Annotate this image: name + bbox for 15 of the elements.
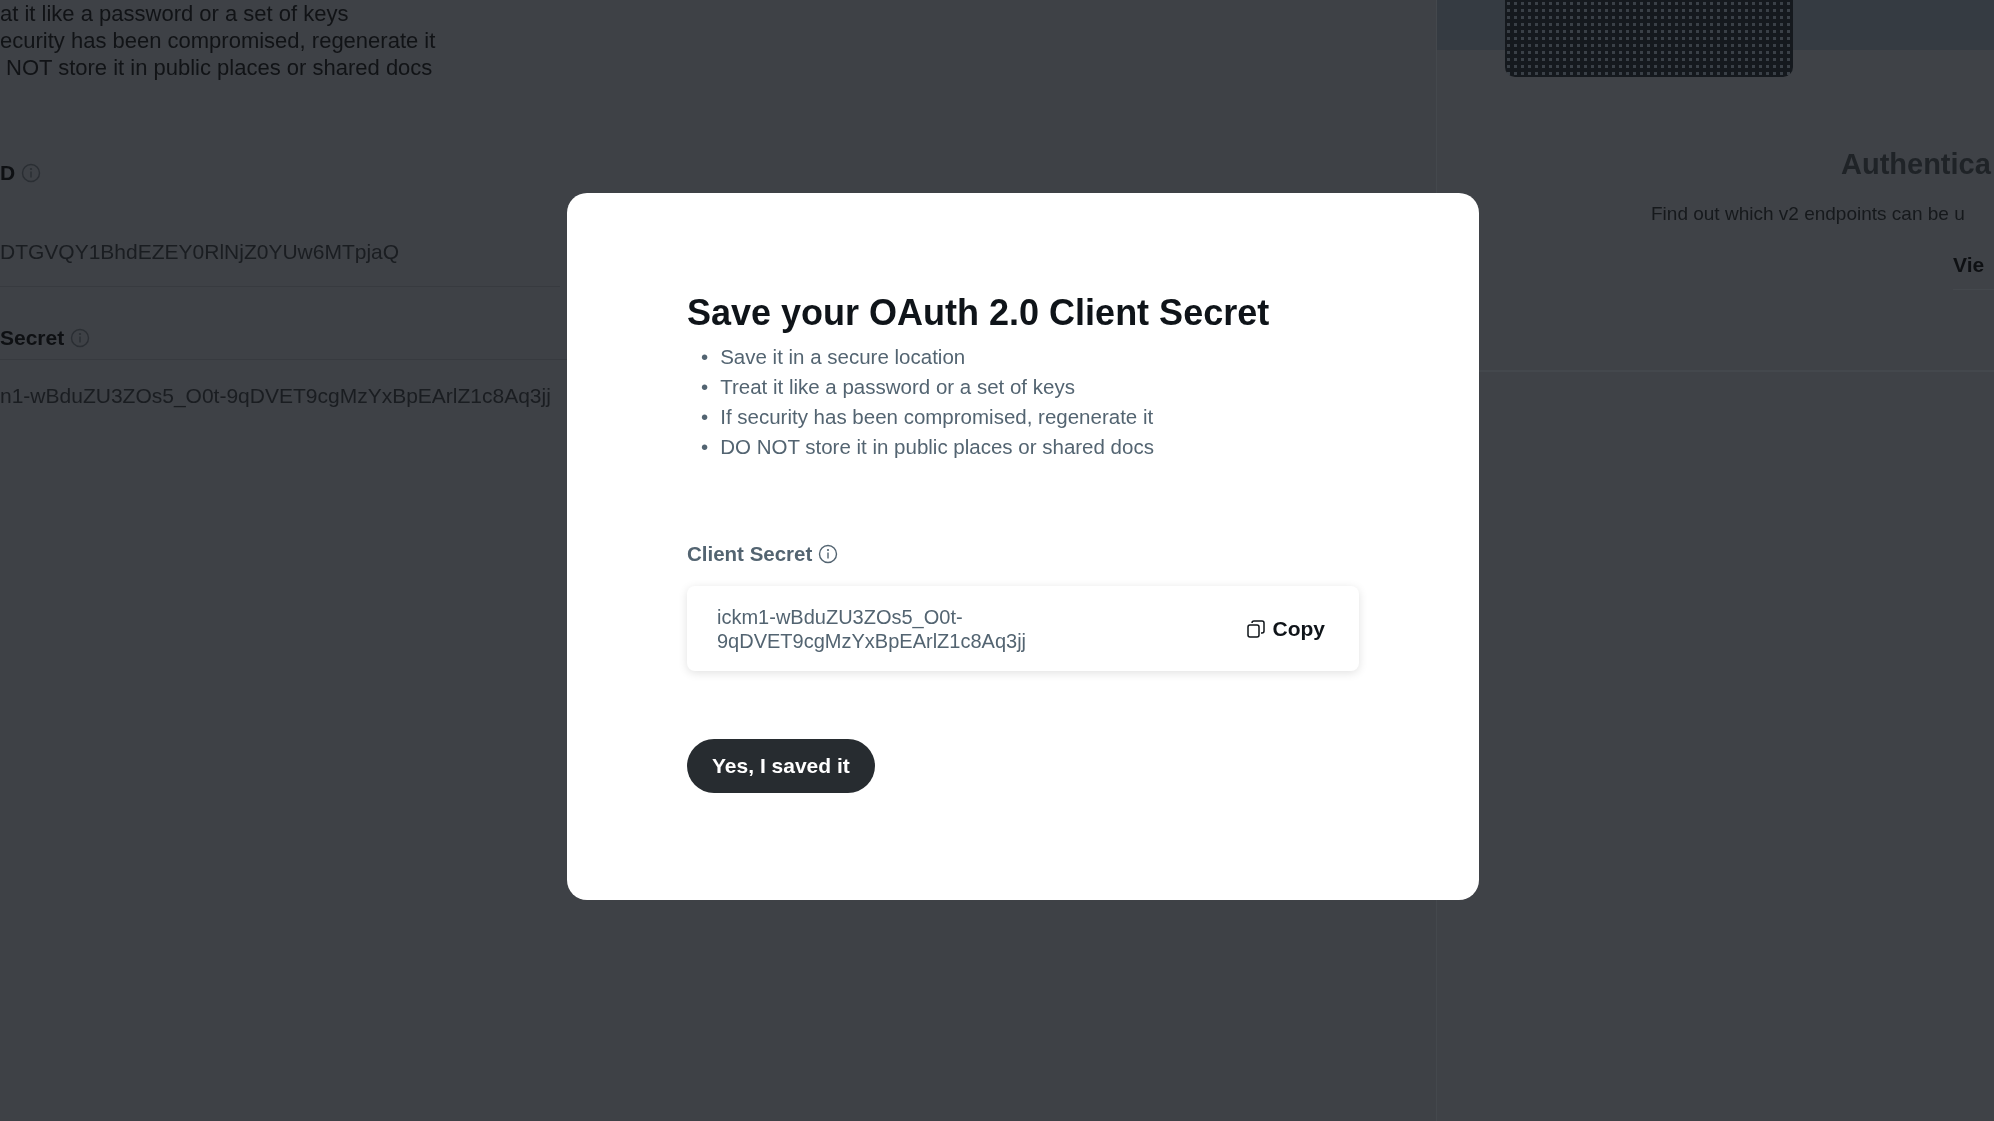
bullet-item: Save it in a secure location — [720, 344, 966, 370]
confirm-button[interactable]: Yes, I saved it — [687, 739, 875, 793]
bullet-item: Treat it like a password or a set of keys — [720, 374, 1075, 400]
secret-value: ickm1-wBduZU3ZOs5_O0t-9qDVET9cgMzYxBpEArlZ1c8Aq3jj — [717, 604, 1027, 653]
bullet-marker: • — [701, 434, 709, 460]
modal-title: Save your OAuth 2.0 Client Secret — [687, 291, 1271, 335]
bullet-marker: • — [701, 374, 709, 400]
bullet-marker: • — [701, 344, 709, 370]
bullet-item: DO NOT store it in public places or shared docs — [720, 434, 1154, 460]
copy-button[interactable]: Copy — [1242, 612, 1329, 645]
field-label: Client Secret — [687, 542, 813, 566]
copy-icon — [1246, 619, 1265, 638]
bullet-marker: • — [701, 404, 709, 430]
info-icon — [818, 544, 839, 564]
bullet-item: If security has been compromised, regenerate it — [720, 404, 1154, 430]
